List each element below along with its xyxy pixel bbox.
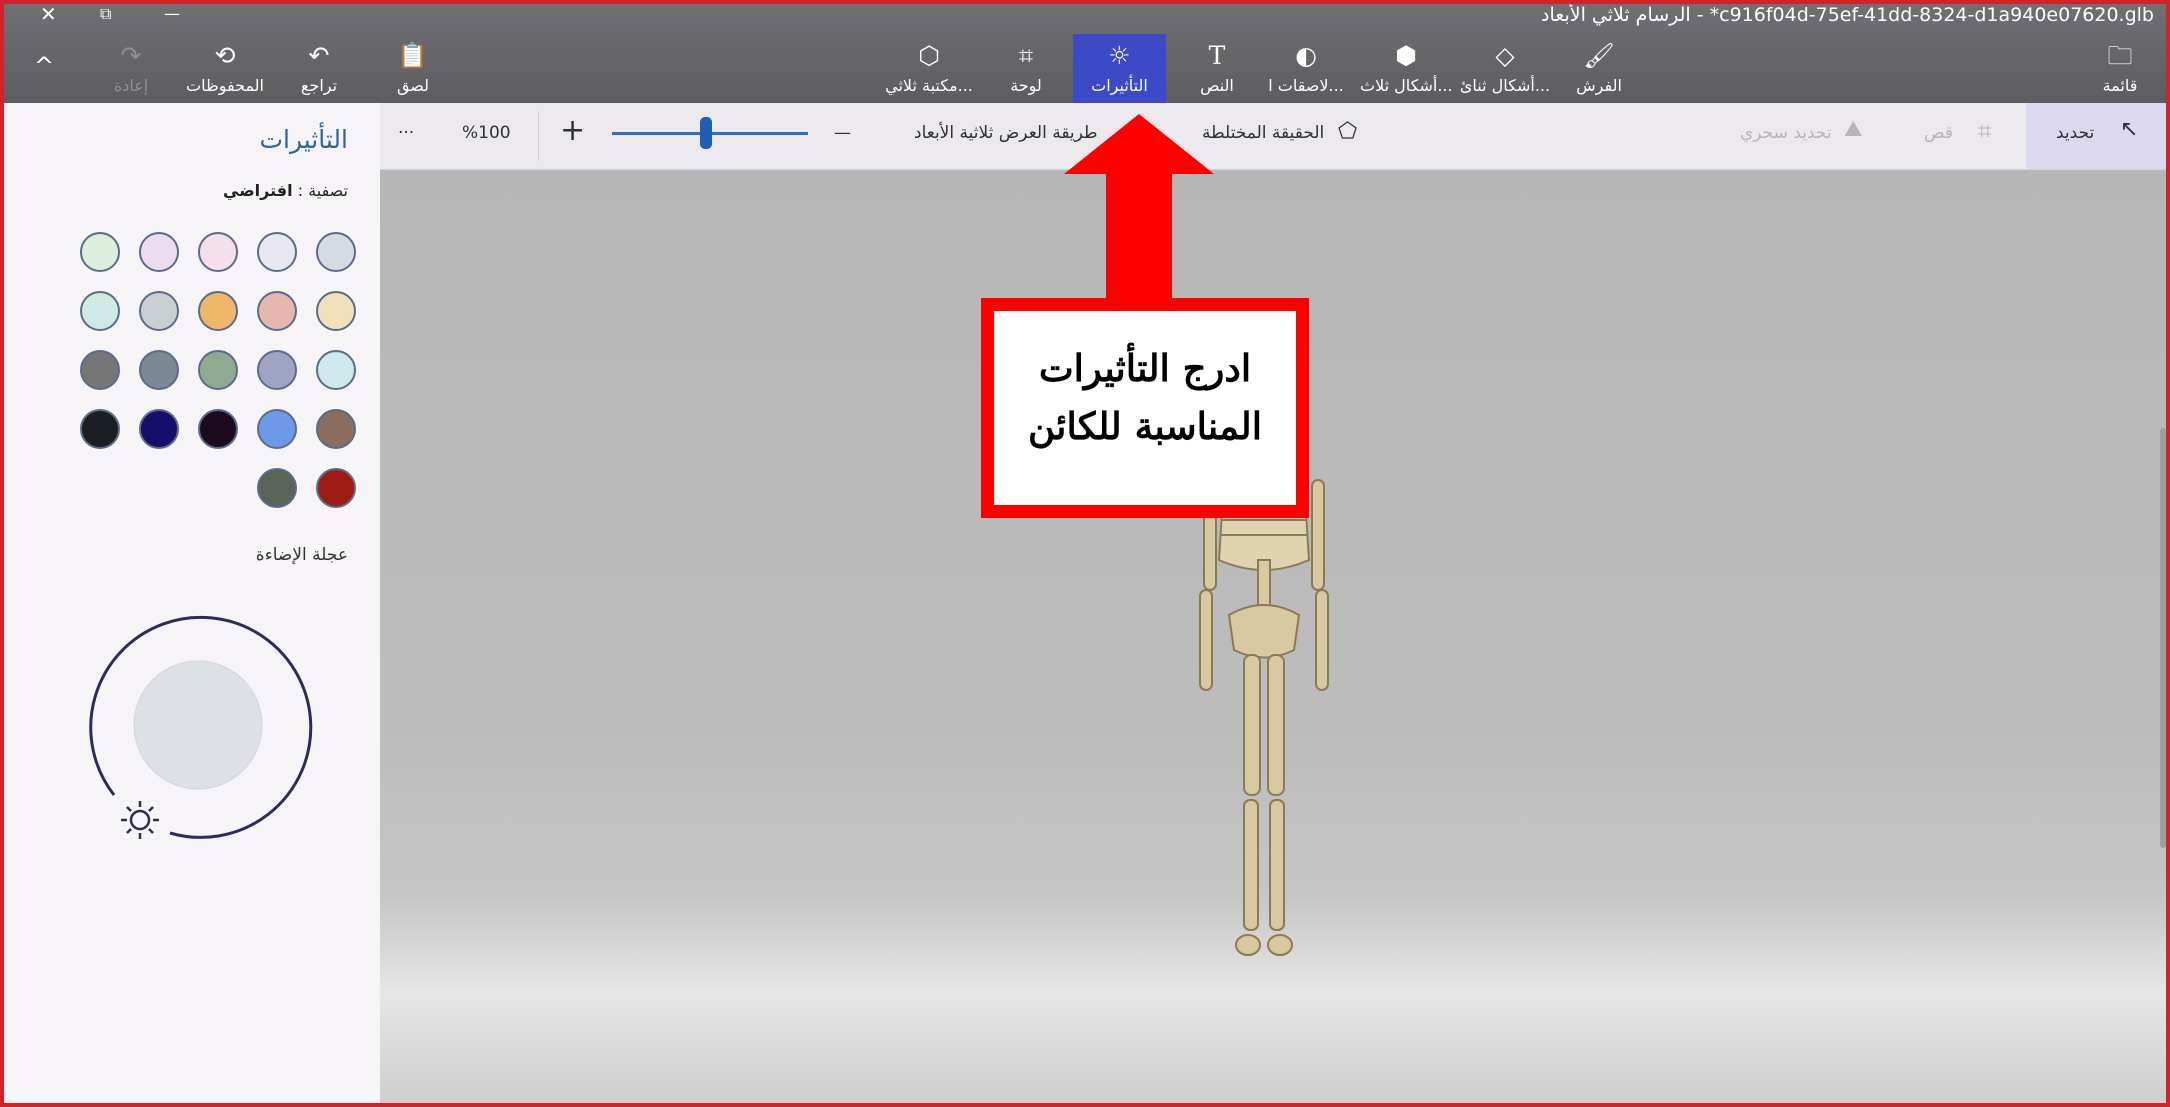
sticker-icon: ◐ [1295,41,1317,70]
filter-swatch[interactable] [198,232,238,272]
paste-button[interactable]: 📋 لصق [390,41,436,96]
divider [538,111,539,161]
effects-tab[interactable]: ☼ التأثيرات [1073,34,1166,103]
redo-button[interactable]: ↷ إعادة [108,41,154,96]
callout-arrow [1064,114,1214,309]
shapes-icon: ◇ [1495,41,1515,70]
filter-swatch[interactable] [80,291,120,331]
brushes-button[interactable]: 🖌 الفرش [1569,41,1629,96]
filter-swatch[interactable] [257,350,297,390]
minimize-button[interactable]: — [164,4,180,24]
filter-swatch[interactable] [198,350,238,390]
close-button[interactable]: ✕ [40,4,57,24]
filter-value: افتراضي [223,181,293,200]
filter-swatch[interactable] [139,291,179,331]
lighting-wheel[interactable] [74,603,324,853]
history-icon: ⟲ [214,41,236,70]
select-button[interactable]: تحديد [2056,123,2094,143]
canvas-button[interactable]: ⌗ لوحة [996,41,1056,96]
filter-swatch[interactable] [257,232,297,272]
filter-swatch[interactable] [316,409,356,449]
select-tool-highlight [2026,103,2166,169]
cube-icon: ⬢ [1395,41,1417,70]
shapes-3d-button[interactable]: ⬢ أشكال ثلاث... [1360,41,1453,96]
lighting-wheel-center [133,660,263,790]
magic-select-button[interactable]: تحديد سحري [1740,123,1832,143]
filter-swatch[interactable] [257,468,297,508]
shapes-2d-button[interactable]: ◇ أشكال ثنائ... [1459,41,1551,96]
vertical-scrollbar[interactable] [2160,428,2166,848]
filter-swatch[interactable] [139,409,179,449]
instruction-callout: ادرج التأثيرات المناسبة للكائن [981,298,1309,518]
filter-swatch[interactable] [139,232,179,272]
filter-swatch[interactable] [198,409,238,449]
panel-title: التأثيرات [259,125,348,154]
text-button[interactable]: T النص [1184,41,1250,96]
filter-label: تصفية : افتراضي [223,181,348,200]
folder-icon: 🗀 [2107,41,2133,70]
canvas-icon: ⌗ [1018,41,1034,70]
zoom-in-button[interactable]: + [560,113,585,148]
mixed-reality-button[interactable]: الحقيقة المختلطة [1202,123,1324,143]
brush-icon: 🖌 [1583,41,1615,70]
undo-button[interactable]: ↶ تراجع [294,41,344,96]
paint-3d-window: ✕ ⧉ — c916f04d-75ef-41dd-8324-d1a940e076… [0,0,2170,1107]
ribbon: ✕ ⧉ — c916f04d-75ef-41dd-8324-d1a940e076… [4,4,2166,103]
filter-swatch[interactable] [198,291,238,331]
filter-swatch[interactable] [80,232,120,272]
filter-swatch[interactable] [139,350,179,390]
zoom-value[interactable]: %100 [462,123,511,143]
crop-button[interactable]: قص [1924,123,1953,143]
redo-icon: ↷ [120,41,142,70]
undo-icon: ↶ [308,41,330,70]
paste-icon: 📋 [397,41,429,70]
lighting-wheel-label: عجلة الإضاءة [255,545,348,565]
menu-button[interactable]: 🗀 قائمة [2094,41,2146,96]
stickers-button[interactable]: ◐ لاصقات ا... [1260,41,1352,96]
3d-library-icon: ⬡ [918,41,940,70]
filter-swatch[interactable] [257,291,297,331]
filter-swatch[interactable] [316,468,356,508]
effects-panel: التأثيرات تصفية : افتراضي عجلة الإضاءة [4,103,380,1103]
mixed-reality-icon: ⬠ [1338,119,1358,144]
filter-swatch[interactable] [316,232,356,272]
crop-icon: ⌗ [1978,117,1992,145]
callout-line-1: ادرج التأثيرات [1038,346,1252,390]
filter-swatch[interactable] [80,350,120,390]
cursor-icon: ↖ [2120,117,2139,142]
secondary-toolbar: ··· %100 + — طريقة العرض ثلاثية الأبعاد … [380,103,2166,170]
zoom-out-button[interactable]: — [834,123,851,143]
sun-icon[interactable] [121,801,159,839]
filter-swatch[interactable] [316,350,356,390]
filter-swatch[interactable] [316,291,356,331]
filter-swatch[interactable] [80,409,120,449]
more-options-button[interactable]: ··· [398,123,414,143]
text-icon: T [1208,41,1226,70]
filter-swatch[interactable] [257,409,297,449]
window-title: c916f04d-75ef-41dd-8324-d1a940e07620.glb… [1541,4,2154,26]
magic-select-icon: ⛰ [1844,117,1863,142]
library-3d-button[interactable]: ⬡ مكتبة ثلاثي... [884,41,974,96]
skeleton-model[interactable] [1184,450,1344,960]
zoom-slider-thumb[interactable] [700,117,713,149]
collapse-ribbon-button[interactable]: ^ [34,52,54,80]
chevron-up-icon: ^ [34,52,55,80]
restore-button[interactable]: ⧉ [100,4,111,24]
sun-icon: ☼ [1108,41,1131,70]
callout-line-2: المناسبة للكائن [1028,404,1262,448]
history-button[interactable]: ⟲ المحفوظات [180,41,270,96]
